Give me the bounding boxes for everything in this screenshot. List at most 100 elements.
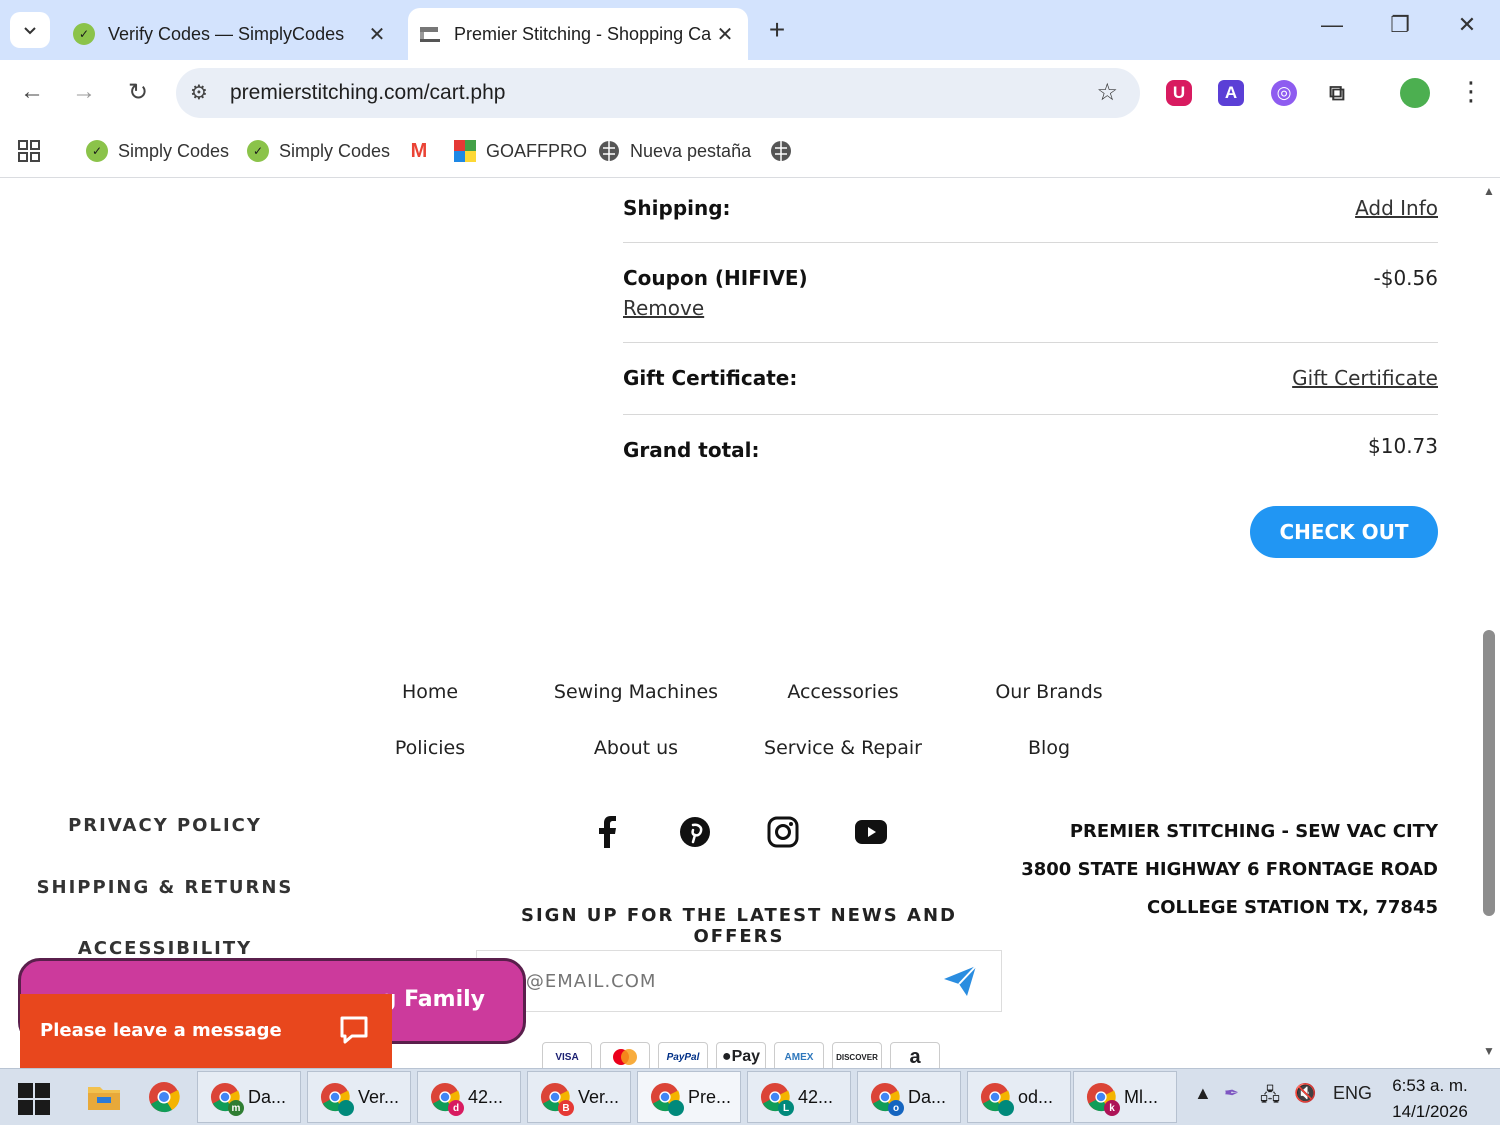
tab-premier-stitching[interactable]: Premier Stitching - Shopping Ca ✕ xyxy=(408,8,748,60)
taskbar-chrome-window[interactable]: B Ver... xyxy=(527,1071,631,1123)
grand-total-value: $10.73 xyxy=(1368,434,1438,458)
payment-methods: VISA PayPal ● Pay AMEX DISCOVER a xyxy=(542,1042,940,1068)
profile-badge: o xyxy=(888,1100,904,1116)
tab-title: Premier Stitching - Shopping Ca xyxy=(454,23,712,44)
taskbar-chrome-window[interactable]: od... xyxy=(967,1071,1071,1123)
chrome-icon xyxy=(980,1082,1014,1116)
scroll-up-arrow-icon[interactable]: ▲ xyxy=(1483,184,1495,198)
restore-button[interactable]: ❐ xyxy=(1380,12,1420,38)
profile-badge xyxy=(668,1100,684,1116)
bookmark-star-icon[interactable]: ☆ xyxy=(1096,78,1118,107)
page-content: Shipping: Add Info Coupon (HIFIVE) -$0.5… xyxy=(0,178,1480,1068)
new-tab-button[interactable]: + xyxy=(762,14,792,46)
bookmark-goaffpro[interactable]: GOAFFPRO xyxy=(454,136,587,166)
footer-link-about-us[interactable]: About us xyxy=(536,737,736,759)
minimize-button[interactable]: — xyxy=(1312,12,1352,38)
apps-grid-icon[interactable] xyxy=(18,136,40,166)
footer-link-service-repair[interactable]: Service & Repair xyxy=(743,737,943,759)
clock-time: 6:53 a. m. xyxy=(1392,1076,1468,1095)
chrome-icon[interactable] xyxy=(146,1079,182,1115)
chat-message-label: Please leave a message xyxy=(40,1020,282,1041)
scroll-down-arrow-icon[interactable]: ▼ xyxy=(1483,1044,1495,1058)
taskbar-chrome-window-active[interactable]: Pre... xyxy=(637,1071,741,1123)
bookmark-label: Nueva pestaña xyxy=(630,140,752,161)
coupon-value: -$0.56 xyxy=(1373,266,1438,290)
url-text[interactable]: premierstitching.com/cart.php xyxy=(230,81,505,105)
bookmark-label: Simply Codes xyxy=(118,140,230,161)
grand-total-row: Grand total: $10.73 xyxy=(623,434,1438,462)
youtube-icon[interactable] xyxy=(853,814,889,850)
tab-search-button[interactable] xyxy=(10,12,50,48)
clock[interactable]: 6:53 a. m. 14/1/2026 xyxy=(1380,1073,1480,1125)
checkout-button[interactable]: CHECK OUT xyxy=(1250,506,1438,558)
windows-start-icon[interactable] xyxy=(18,1083,50,1120)
file-explorer-icon[interactable] xyxy=(86,1079,122,1115)
page-scrollbar[interactable]: ▲ ▼ xyxy=(1480,178,1500,1068)
taskbar-item-label: Pre... xyxy=(688,1086,732,1107)
footer-link-blog[interactable]: Blog xyxy=(949,737,1149,759)
taskbar-chrome-window[interactable]: o Da... xyxy=(857,1071,961,1123)
back-button[interactable]: ← xyxy=(16,78,48,106)
profile-badge: k xyxy=(1104,1100,1120,1116)
accessibility-link[interactable]: ACCESSIBILITY xyxy=(0,938,330,959)
newsletter-email-input[interactable] xyxy=(497,965,917,997)
chrome-icon: m xyxy=(210,1082,244,1116)
network-icon[interactable]: 🖧 xyxy=(1260,1083,1280,1113)
remove-coupon-link[interactable]: Remove xyxy=(623,296,704,320)
profile-avatar[interactable] xyxy=(1400,78,1430,108)
volume-muted-icon[interactable]: 🔇 xyxy=(1294,1083,1316,1104)
gmail-icon: M xyxy=(410,139,428,162)
bookmark-simply-codes-2[interactable]: ✓ Simply Codes xyxy=(247,136,390,166)
instagram-icon[interactable] xyxy=(765,814,801,850)
profile-badge: B xyxy=(558,1100,574,1116)
puzzle-icon[interactable]: ⧉ xyxy=(1324,80,1350,106)
taskbar-chrome-window[interactable]: L 42... xyxy=(747,1071,851,1123)
bookmark-nueva-pestana[interactable]: Nueva pestaña xyxy=(598,136,751,166)
add-info-link[interactable]: Add Info xyxy=(1355,196,1438,220)
privacy-policy-link[interactable]: PRIVACY POLICY xyxy=(0,815,330,836)
tray-overflow-icon[interactable]: ▲ xyxy=(1194,1083,1212,1104)
close-tab-icon[interactable]: ✕ xyxy=(364,22,390,47)
pinterest-icon[interactable] xyxy=(677,814,713,850)
footer-link-home[interactable]: Home xyxy=(330,681,530,703)
discover-icon: DISCOVER xyxy=(832,1042,882,1068)
taskbar-item-label: Da... xyxy=(908,1086,947,1107)
scrollbar-thumb[interactable] xyxy=(1483,630,1495,916)
extension-a-icon[interactable]: A xyxy=(1218,80,1244,106)
facebook-icon[interactable] xyxy=(589,814,625,850)
reload-button[interactable]: ↻ xyxy=(122,78,154,107)
forward-button[interactable]: → xyxy=(68,78,100,106)
store-name: PREMIER STITCHING - SEW VAC CITY xyxy=(1069,821,1438,842)
bookmark-globe[interactable] xyxy=(770,136,802,166)
close-tab-icon[interactable]: ✕ xyxy=(712,22,738,47)
bookmark-simply-codes-1[interactable]: ✓ Simply Codes xyxy=(86,136,229,166)
tab-simplycodes[interactable]: ✓ Verify Codes — SimplyCodes ✕ xyxy=(62,8,400,60)
taskbar-chrome-window[interactable]: m Da... xyxy=(197,1071,301,1123)
gift-certificate-row: Gift Certificate: Gift Certificate xyxy=(623,366,1438,390)
simplycodes-icon: ✓ xyxy=(72,22,96,46)
footer-link-our-brands[interactable]: Our Brands xyxy=(949,681,1149,703)
site-info-icon[interactable]: ⚙ xyxy=(190,80,208,105)
language-indicator[interactable]: ENG xyxy=(1333,1083,1372,1104)
footer-link-accessories[interactable]: Accessories xyxy=(743,681,943,703)
profile-badge: d xyxy=(448,1100,464,1116)
extension-swirl-icon[interactable]: ◎ xyxy=(1271,80,1297,106)
close-window-button[interactable]: ✕ xyxy=(1447,12,1487,38)
menu-kebab-icon[interactable]: ⋮ xyxy=(1458,76,1484,107)
paypal-icon: PayPal xyxy=(658,1042,708,1068)
taskbar-chrome-window[interactable]: Ver... xyxy=(307,1071,411,1123)
footer-link-sewing-machines[interactable]: Sewing Machines xyxy=(536,681,736,703)
taskbar-item-label: 42... xyxy=(468,1086,504,1107)
bookmark-gmail[interactable]: M xyxy=(408,136,440,166)
globe-icon xyxy=(598,140,620,162)
gift-certificate-link[interactable]: Gift Certificate xyxy=(1292,366,1438,390)
footer-link-policies[interactable]: Policies xyxy=(330,737,530,759)
pen-icon[interactable]: ✒ xyxy=(1224,1083,1239,1104)
taskbar-chrome-window[interactable]: k Ml... xyxy=(1073,1071,1177,1123)
chat-widget[interactable]: Please leave a message xyxy=(20,994,392,1068)
ublock-icon[interactable]: U xyxy=(1166,80,1192,106)
address-bar[interactable]: ⚙ premierstitching.com/cart.php ☆ xyxy=(176,68,1140,118)
shipping-returns-link[interactable]: SHIPPING & RETURNS xyxy=(0,877,330,898)
taskbar-chrome-window[interactable]: d 42... xyxy=(417,1071,521,1123)
send-icon[interactable] xyxy=(943,965,977,1002)
